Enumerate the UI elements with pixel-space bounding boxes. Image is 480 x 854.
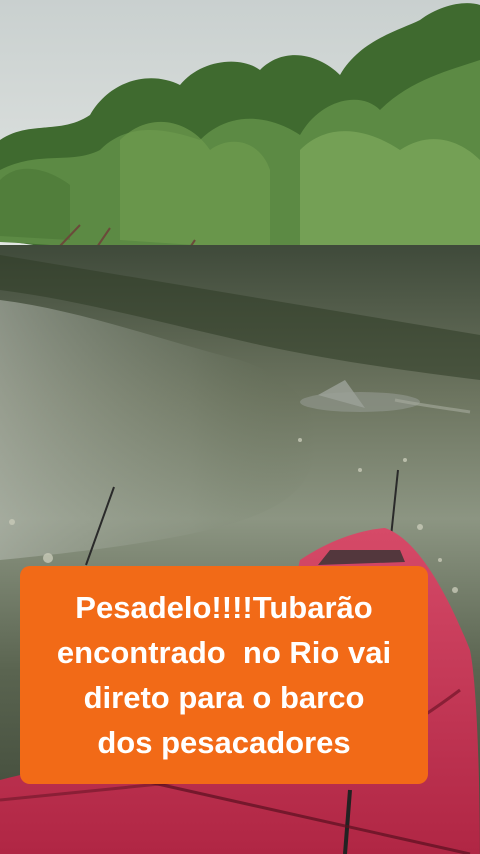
caption-line-2: encontrado no Rio vai: [56, 635, 392, 670]
caption-line-3: direto para o barco: [83, 680, 365, 715]
caption-banner: Pesadelo!!!!Tubarão encontrado no Rio va…: [20, 566, 428, 784]
caption-line-1: Pesadelo!!!!Tubarão: [75, 590, 373, 625]
caption-line-4: dos pesacadores: [97, 725, 351, 760]
caption-text: Pesadelo!!!!Tubarão encontrado no Rio va…: [57, 585, 391, 765]
